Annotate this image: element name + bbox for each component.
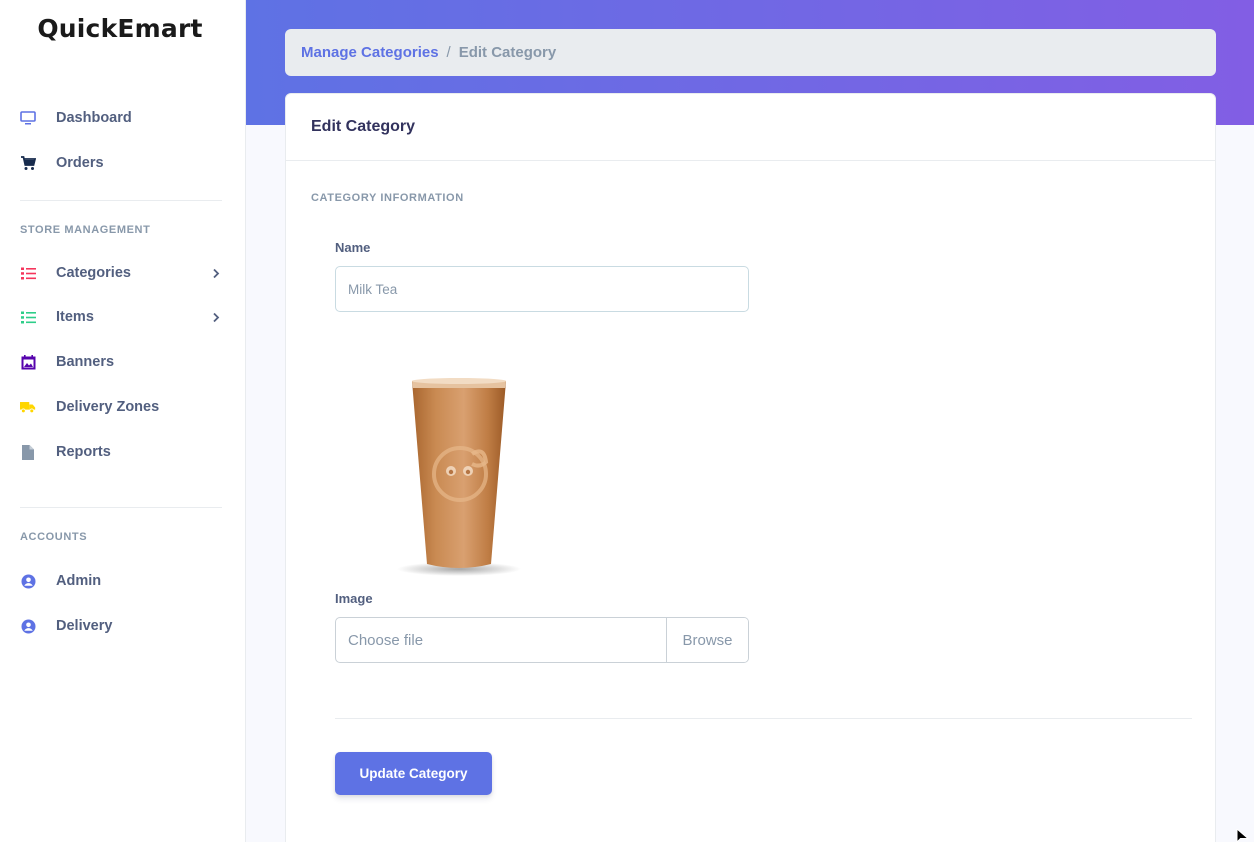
user-circle-icon xyxy=(20,618,36,634)
sidebar-item-dashboard[interactable]: Dashboard xyxy=(20,103,222,133)
sidebar-item-delivery[interactable]: Delivery xyxy=(20,611,222,641)
sidebar-item-items[interactable]: Items xyxy=(20,302,222,332)
sidebar-item-admin[interactable]: Admin xyxy=(20,566,222,596)
cart-icon xyxy=(20,155,36,171)
image-icon xyxy=(20,354,36,370)
category-image-preview xyxy=(394,374,524,579)
breadcrumb-link-manage-categories[interactable]: Manage Categories xyxy=(301,44,439,61)
list-icon xyxy=(20,265,36,281)
sidebar-item-label: Categories xyxy=(56,265,131,281)
name-input[interactable] xyxy=(335,266,749,312)
chevron-right-icon xyxy=(210,267,222,279)
breadcrumb-current: Edit Category xyxy=(458,44,557,61)
store-management-heading: STORE MANAGEMENT xyxy=(20,224,151,236)
sidebar-item-label: Banners xyxy=(56,354,115,370)
browse-button[interactable]: Browse xyxy=(666,618,748,662)
form-divider xyxy=(335,718,1192,719)
name-label: Name xyxy=(335,240,371,255)
page-title: Edit Category xyxy=(311,118,416,135)
card-header: Edit Category xyxy=(286,94,1215,161)
accounts-heading: ACCOUNTS xyxy=(20,531,88,543)
sidebar-item-orders[interactable]: Orders xyxy=(20,148,222,178)
sidebar-item-label: Orders xyxy=(56,155,104,171)
category-information-heading: CATEGORY INFORMATION xyxy=(311,192,464,204)
list-icon xyxy=(20,309,36,325)
breadcrumb: Manage Categories / Edit Category xyxy=(285,29,1216,76)
sidebar-item-banners[interactable]: Banners xyxy=(20,347,222,377)
sidebar-item-label: Admin xyxy=(56,573,102,589)
edit-category-card: Edit Category CATEGORY INFORMATION Name xyxy=(285,93,1216,842)
sidebar-divider xyxy=(20,200,222,201)
sidebar-item-label: Reports xyxy=(56,444,111,460)
chevron-right-icon xyxy=(210,311,222,323)
image-label: Image xyxy=(335,591,373,606)
mouse-cursor-icon xyxy=(1236,827,1250,842)
sidebar-divider xyxy=(20,507,222,508)
sidebar-item-label: Delivery Zones xyxy=(56,399,160,415)
sidebar-item-categories[interactable]: Categories xyxy=(20,258,222,288)
monitor-icon xyxy=(20,110,36,126)
breadcrumb-separator: / xyxy=(446,44,451,61)
file-input-placeholder: Choose file xyxy=(348,631,424,649)
sidebar-item-delivery-zones[interactable]: Delivery Zones xyxy=(20,392,222,422)
sidebar: QuickEmart Dashboard Orders STORE MANAGE… xyxy=(0,0,246,842)
sidebar-item-reports[interactable]: Reports xyxy=(20,437,222,467)
sidebar-item-label: Items xyxy=(56,309,94,325)
brand-logo[interactable]: QuickEmart xyxy=(0,14,240,43)
sidebar-item-label: Delivery xyxy=(56,618,113,634)
update-category-button[interactable]: Update Category xyxy=(335,752,492,795)
file-icon xyxy=(20,444,36,460)
user-circle-icon xyxy=(20,573,36,589)
sidebar-item-label: Dashboard xyxy=(56,110,132,126)
truck-icon xyxy=(20,399,36,415)
image-file-input[interactable]: Choose file Browse xyxy=(335,617,749,663)
